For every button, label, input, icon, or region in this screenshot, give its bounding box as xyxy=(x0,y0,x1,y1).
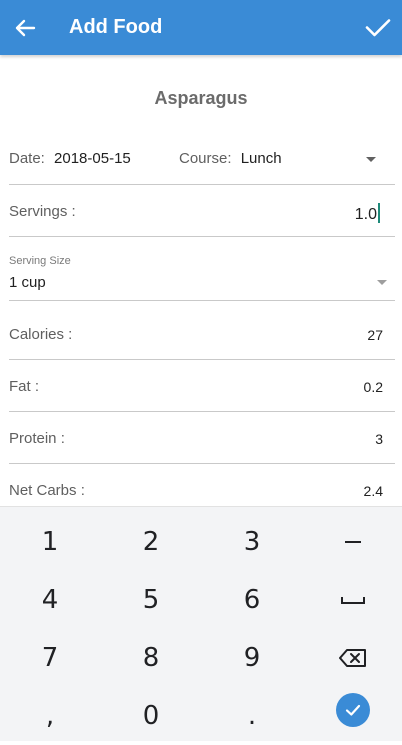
space-bar-icon xyxy=(341,597,365,604)
divider xyxy=(9,463,395,464)
nutrition-label: Protein : xyxy=(9,430,65,447)
serving-size-dropdown-arrow-icon[interactable] xyxy=(377,280,387,285)
date-label: Date: xyxy=(9,150,45,167)
enter-check-icon xyxy=(336,693,370,727)
nutrition-value: 0.2 xyxy=(363,379,383,395)
save-check-icon[interactable] xyxy=(363,12,393,42)
divider xyxy=(9,411,395,412)
page-title: Add Food xyxy=(69,16,163,38)
nutrition-value: 3 xyxy=(375,431,383,447)
key-enter[interactable] xyxy=(303,681,402,739)
serving-size-caption: Serving Size xyxy=(9,255,71,267)
minus-icon xyxy=(345,541,361,543)
nutrition-label: Fat : xyxy=(9,378,40,395)
key-3[interactable]: 3 xyxy=(202,513,302,571)
divider xyxy=(9,300,395,301)
servings-row: Servings : 1.0 xyxy=(9,201,395,225)
course-dropdown[interactable]: Course: Lunch xyxy=(179,150,282,167)
nutrition-value: 2.4 xyxy=(363,483,383,499)
key-4[interactable]: 4 xyxy=(0,571,100,629)
date-value: 2018-05-15 xyxy=(54,150,131,167)
text-cursor xyxy=(378,203,380,223)
food-name: Asparagus xyxy=(154,88,248,108)
course-dropdown-arrow-icon[interactable] xyxy=(366,157,376,162)
divider xyxy=(9,359,395,360)
app-bar: Add Food xyxy=(0,0,402,55)
divider xyxy=(9,184,395,185)
nutrition-row-calories: Calories : 27 xyxy=(9,324,395,348)
nutrition-value: 27 xyxy=(367,327,383,343)
nutrition-row-protein: Protein : 3 xyxy=(9,428,395,452)
key-6[interactable]: 6 xyxy=(202,571,302,629)
servings-input[interactable]: 1.0 xyxy=(355,203,380,224)
nutrition-row-net-carbs: Net Carbs : 2.4 xyxy=(9,480,395,504)
key-backspace[interactable] xyxy=(303,629,402,687)
key-comma[interactable]: , xyxy=(0,687,100,745)
nutrition-row-fat: Fat : 0.2 xyxy=(9,376,395,400)
serving-size-dropdown[interactable]: 1 cup xyxy=(9,274,46,291)
servings-label: Servings : xyxy=(9,203,76,220)
key-5[interactable]: 5 xyxy=(101,571,201,629)
course-label: Course: xyxy=(179,150,232,167)
key-9[interactable]: 9 xyxy=(202,629,302,687)
backspace-icon xyxy=(339,649,366,667)
course-value: Lunch xyxy=(240,150,282,167)
key-period[interactable]: . xyxy=(202,687,302,745)
date-field[interactable]: Date: 2018-05-15 xyxy=(9,150,131,167)
back-arrow-icon[interactable] xyxy=(10,13,40,43)
nutrition-label: Net Carbs : xyxy=(9,482,85,499)
date-course-row: Date: 2018-05-15 Course: Lunch xyxy=(9,150,395,170)
key-2[interactable]: 2 xyxy=(101,513,201,571)
key-1[interactable]: 1 xyxy=(0,513,100,571)
nutrition-label: Calories : xyxy=(9,326,73,343)
key-0[interactable]: 0 xyxy=(101,687,201,745)
numeric-keyboard: 1 2 3 4 5 6 7 8 9 , 0 . xyxy=(0,506,402,741)
key-space[interactable] xyxy=(303,571,402,629)
key-7[interactable]: 7 xyxy=(0,629,100,687)
key-8[interactable]: 8 xyxy=(101,629,201,687)
servings-value: 1.0 xyxy=(354,206,377,223)
key-minus[interactable] xyxy=(303,513,402,571)
divider xyxy=(9,236,395,237)
